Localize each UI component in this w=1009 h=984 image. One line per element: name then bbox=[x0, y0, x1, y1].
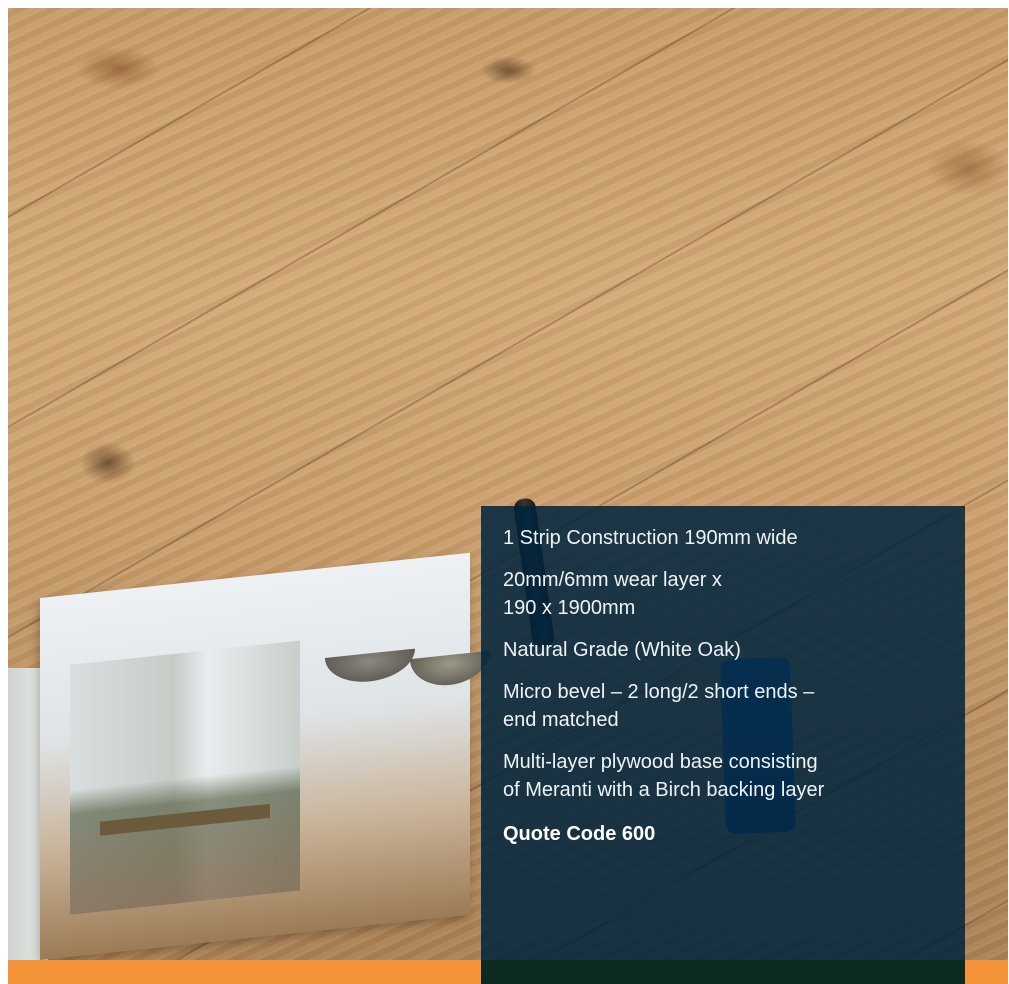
quote-code: Quote Code 600 bbox=[503, 823, 656, 845]
spec-bevel: Micro bevel – 2 long/2 short ends – end … bbox=[503, 678, 941, 734]
magazine-bowl bbox=[325, 648, 415, 687]
spec-construction: 1 Strip Construction 190mm wide bbox=[503, 527, 798, 549]
spec-base-line2: of Meranti with a Birch backing layer bbox=[503, 779, 825, 801]
spec-wear-layer-line1: 20mm/6mm wear layer x bbox=[503, 569, 722, 591]
spec-wear-layer-line2: 190 x 1900mm bbox=[503, 597, 636, 619]
spec-wear-layer: 20mm/6mm wear layer x 190 x 1900mm bbox=[503, 566, 941, 622]
spec-grade: Natural Grade (White Oak) bbox=[503, 639, 741, 661]
spec-base: Multi-layer plywood base consisting of M… bbox=[503, 748, 941, 804]
page: 1 Strip Construction 190mm wide 20mm/6mm… bbox=[0, 0, 1009, 984]
magazine-right-page bbox=[40, 552, 490, 960]
magazine-image bbox=[8, 552, 490, 960]
spec-panel: 1 Strip Construction 190mm wide 20mm/6mm… bbox=[481, 506, 965, 984]
magazine-room-photo bbox=[70, 640, 300, 915]
accent-bar-dark-segment bbox=[481, 960, 965, 984]
spec-bevel-line1: Micro bevel – 2 long/2 short ends – bbox=[503, 681, 815, 703]
magazine-fruit-bowl bbox=[410, 650, 490, 690]
spec-base-line1: Multi-layer plywood base consisting bbox=[503, 751, 818, 773]
spec-bevel-line2: end matched bbox=[503, 709, 619, 731]
